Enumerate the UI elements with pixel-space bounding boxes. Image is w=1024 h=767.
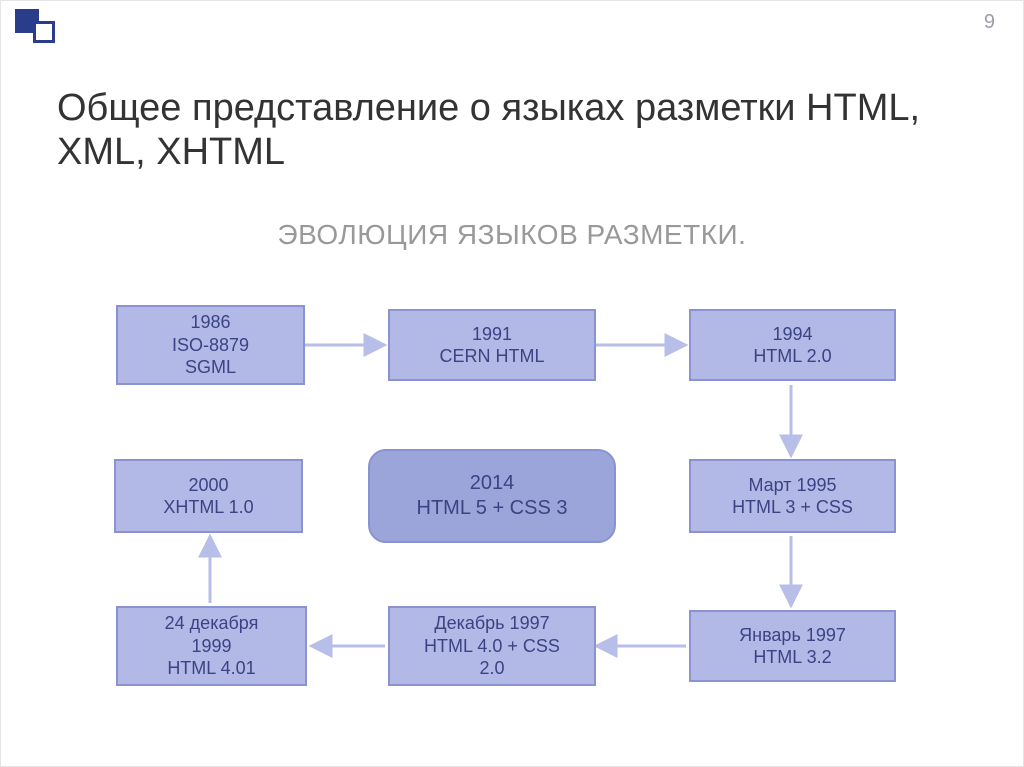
diagram-node-html2: 1994 HTML 2.0: [689, 309, 896, 381]
diagram-node-sgml: 1986 ISO-8879 SGML: [116, 305, 305, 385]
node-text: ISO-8879: [172, 335, 249, 355]
slide-logo-icon: [15, 9, 59, 53]
node-text: SGML: [185, 357, 236, 377]
node-text: HTML 2.0: [753, 346, 831, 366]
node-text: 2.0: [479, 658, 504, 678]
node-text: HTML 3.2: [753, 647, 831, 667]
slide: 9 Общее представление о языках разметки …: [0, 0, 1024, 767]
diagram-node-html5: 2014 HTML 5 + CSS 3: [368, 449, 616, 543]
diagram-node-html32: Январь 1997 HTML 3.2: [689, 610, 896, 682]
node-text: 1999: [191, 636, 231, 656]
node-text: HTML 4.01: [167, 658, 255, 678]
node-text: HTML 3 + CSS: [732, 497, 853, 517]
node-text: 1991: [472, 324, 512, 344]
node-text: 1994: [772, 324, 812, 344]
diagram-node-html40css2: Декабрь 1997 HTML 4.0 + CSS 2.0: [388, 606, 596, 686]
node-text: Декабрь 1997: [434, 613, 549, 633]
slide-subtitle: ЭВОЛЮЦИЯ ЯЗЫКОВ РАЗМЕТКИ.: [1, 219, 1023, 251]
node-text: 2000: [188, 475, 228, 495]
diagram-node-html3css: Март 1995 HTML 3 + CSS: [689, 459, 896, 533]
node-text: XHTML 1.0: [163, 497, 253, 517]
diagram-node-xhtml1: 2000 XHTML 1.0: [114, 459, 303, 533]
diagram-node-html401: 24 декабря 1999 HTML 4.01: [116, 606, 307, 686]
diagram-canvas: 1986 ISO-8879 SGML 1991 CERN HTML 1994 H…: [1, 281, 1024, 751]
node-text: 24 декабря: [165, 613, 259, 633]
slide-title: Общее представление о языках разметки HT…: [57, 87, 967, 174]
node-text: 1986: [190, 312, 230, 332]
node-text: HTML 4.0 + CSS: [424, 636, 560, 656]
page-number: 9: [984, 11, 995, 34]
diagram-node-cern-html: 1991 CERN HTML: [388, 309, 596, 381]
node-text: HTML 5 + CSS 3: [417, 497, 568, 519]
node-text: Январь 1997: [739, 625, 846, 645]
node-text: Март 1995: [748, 475, 836, 495]
node-text: 2014: [470, 472, 515, 494]
node-text: CERN HTML: [439, 346, 544, 366]
